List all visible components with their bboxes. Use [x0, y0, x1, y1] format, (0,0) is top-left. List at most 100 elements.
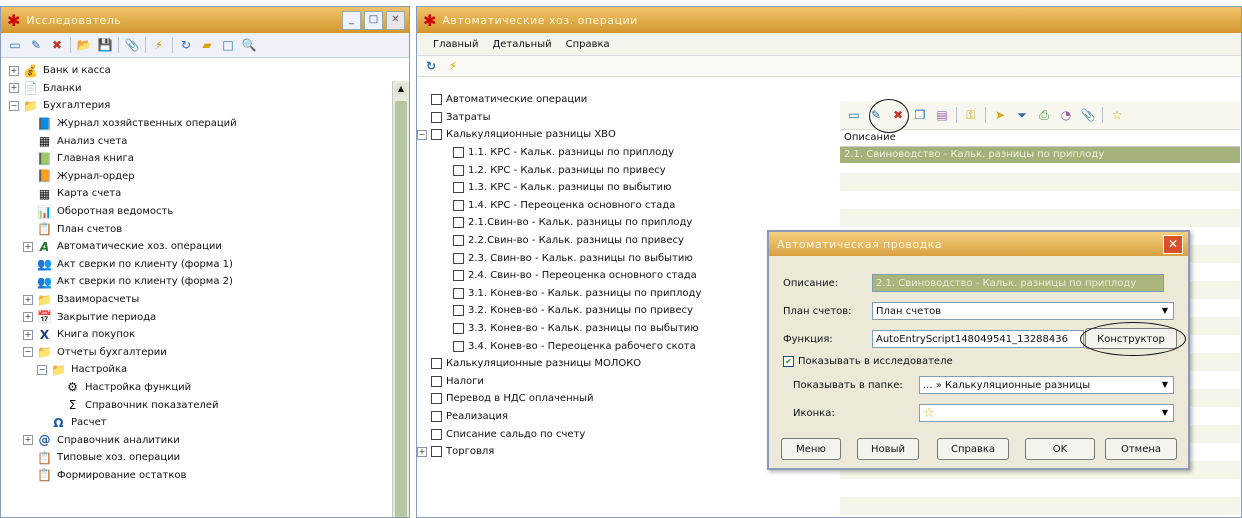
expand-icon[interactable]: + [23, 329, 33, 340]
tree-item[interactable]: + 📁 Взаиморасчеты [9, 291, 409, 309]
operation-checkbox[interactable] [453, 340, 464, 352]
operation-checkbox[interactable] [453, 323, 464, 335]
search-icon[interactable]: 🔍 [241, 37, 257, 53]
tree-item[interactable]: ⚙ Настройка функций [9, 379, 409, 397]
expand-icon[interactable]: + [417, 446, 427, 457]
operation-checkbox[interactable] [453, 217, 464, 229]
grid-column-header[interactable]: Описание [840, 130, 1240, 147]
operation-tree-item[interactable]: 1.1. КРС - Кальк. разницы по приплоду [431, 144, 841, 162]
dialog-close-button[interactable]: ✕ [1163, 235, 1183, 254]
cancel-button[interactable]: Отмена [1105, 438, 1177, 460]
operation-checkbox[interactable] [431, 446, 442, 458]
collapse-icon[interactable]: − [37, 364, 47, 375]
help-button[interactable]: Справка [937, 438, 1009, 460]
collapse-icon[interactable]: − [9, 100, 19, 111]
operation-tree-item[interactable]: 1.4. КРС - Переоценка основного стада [431, 197, 841, 215]
tree-item[interactable]: + X Книга покупок [9, 326, 409, 344]
tree-item[interactable]: 📋 Типовые хоз. операции [9, 449, 409, 467]
collapse-icon[interactable]: − [417, 129, 427, 140]
operation-checkbox[interactable] [431, 111, 442, 123]
scroll-up-icon[interactable]: ▲ [395, 83, 407, 95]
icon-select[interactable]: ☆ ▼ [919, 404, 1174, 422]
operation-checkbox[interactable] [453, 147, 464, 159]
tree-item[interactable]: 📋 Формирование остатков [9, 467, 409, 485]
tree-item[interactable]: 📘 Журнал хозяйственных операций [9, 115, 409, 133]
new-icon[interactable]: ▭ [7, 37, 23, 53]
attach-icon[interactable]: 📎 [1080, 107, 1096, 123]
tree-item[interactable]: 👥 Акт сверки по клиенту (форма 2) [9, 273, 409, 291]
explorer-scrollbar[interactable]: ▲ [392, 81, 409, 517]
copy-icon[interactable]: ❐ [912, 107, 928, 123]
operation-checkbox[interactable] [453, 287, 464, 299]
operation-tree-item[interactable]: 1.3. КРС - Кальк. разницы по выбытию [431, 179, 841, 197]
new-icon[interactable]: ▭ [846, 107, 862, 123]
operation-tree-item[interactable]: Затраты [431, 109, 841, 127]
operation-checkbox[interactable] [453, 252, 464, 264]
operation-tree-item[interactable]: 1.2. КРС - Кальк. разницы по привесу [431, 161, 841, 179]
operation-checkbox[interactable] [431, 410, 442, 422]
attach-icon[interactable]: 📎 [124, 37, 140, 53]
expand-icon[interactable]: + [23, 312, 33, 323]
open-folder-icon[interactable]: 📂 [76, 37, 92, 53]
tree-item[interactable]: + 💰 Банк и касса [9, 62, 409, 80]
tree-item[interactable]: − 📁 Бухгалтерия [9, 97, 409, 115]
box-icon[interactable]: □ [220, 37, 236, 53]
function-field[interactable]: AutoEntryScript148049541_13288436 [872, 330, 1084, 348]
refresh-icon[interactable]: ↻ [423, 58, 439, 74]
tree-item[interactable]: + 📄 Бланки [9, 80, 409, 98]
save-icon[interactable]: 💾 [97, 37, 113, 53]
grid-row-selected[interactable]: 2.1. Свиноводство - Кальк. разницы по пр… [840, 147, 1240, 163]
chevron-down-icon[interactable]: ▼ [1157, 377, 1173, 393]
arrow-icon[interactable]: ➤ [992, 107, 1008, 123]
close-button[interactable]: ✕ [386, 11, 405, 30]
operation-checkbox[interactable] [431, 129, 442, 141]
operation-checkbox[interactable] [453, 164, 464, 176]
operation-checkbox[interactable] [431, 94, 442, 106]
tree-item[interactable]: ▦ Карта счета [9, 185, 409, 203]
operation-tree-item[interactable]: − Калькуляционные разницы ХВО [417, 126, 841, 144]
folder-select[interactable]: ... » Калькуляционные разницы ▼ [919, 376, 1174, 394]
operation-checkbox[interactable] [453, 305, 464, 317]
operation-checkbox[interactable] [431, 358, 442, 370]
menu-button[interactable]: Меню [781, 438, 841, 460]
tree-item[interactable]: 📙 Журнал-ордер [9, 168, 409, 186]
minimize-button[interactable]: _ [342, 11, 361, 30]
tree-item[interactable]: + 📅 Закрытие периода [9, 308, 409, 326]
tree-item[interactable]: 📊 Оборотная ведомость [9, 203, 409, 221]
open-icon[interactable]: ▤ [934, 107, 950, 123]
collapse-icon[interactable]: − [23, 347, 33, 358]
menu-help[interactable]: Справка [566, 39, 610, 50]
operation-checkbox[interactable] [431, 375, 442, 387]
expand-icon[interactable]: + [23, 435, 33, 446]
delete-icon[interactable]: ✖ [49, 37, 65, 53]
expand-icon[interactable]: + [9, 83, 19, 94]
scroll-thumb[interactable] [395, 101, 407, 517]
refresh-icon[interactable]: ↻ [178, 37, 194, 53]
folder-icon[interactable]: ▰ [199, 37, 215, 53]
description-field[interactable]: 2.1. Свиноводство - Кальк. разницы по пр… [872, 274, 1164, 292]
new-button[interactable]: Новый [857, 438, 919, 460]
expand-icon[interactable]: + [23, 294, 33, 305]
operation-checkbox[interactable] [453, 182, 464, 194]
plan-select[interactable]: План счетов ▼ [872, 302, 1174, 320]
star-icon[interactable]: ☆ [1109, 107, 1125, 123]
show-in-explorer-checkbox[interactable]: ✔ [783, 356, 794, 367]
tree-item[interactable]: 📗 Главная книга [9, 150, 409, 168]
chevron-down-icon[interactable]: ▼ [1157, 405, 1173, 421]
chart-icon[interactable]: ◔ [1058, 107, 1074, 123]
tree-item[interactable]: 👥 Акт сверки по клиенту (форма 1) [9, 256, 409, 274]
tree-item[interactable]: 📋 План счетов [9, 220, 409, 238]
lightning-icon[interactable]: ⚡ [445, 58, 461, 74]
tree-item[interactable]: − 📁 Настройка [9, 361, 409, 379]
operation-checkbox[interactable] [453, 270, 464, 282]
menu-main[interactable]: Главный [433, 39, 478, 50]
maximize-button[interactable]: □ [364, 11, 383, 30]
expand-icon[interactable]: + [23, 241, 33, 252]
tree-item[interactable]: + A Автоматические хоз. операции [9, 238, 409, 256]
filter-icon[interactable]: ⏷ [1014, 107, 1030, 123]
tree-item[interactable]: ▦ Анализ счета [9, 132, 409, 150]
operation-checkbox[interactable] [431, 393, 442, 405]
key-icon[interactable]: ⚿ [963, 107, 979, 123]
chevron-down-icon[interactable]: ▼ [1157, 303, 1173, 319]
menu-detail[interactable]: Детальный [492, 39, 551, 50]
